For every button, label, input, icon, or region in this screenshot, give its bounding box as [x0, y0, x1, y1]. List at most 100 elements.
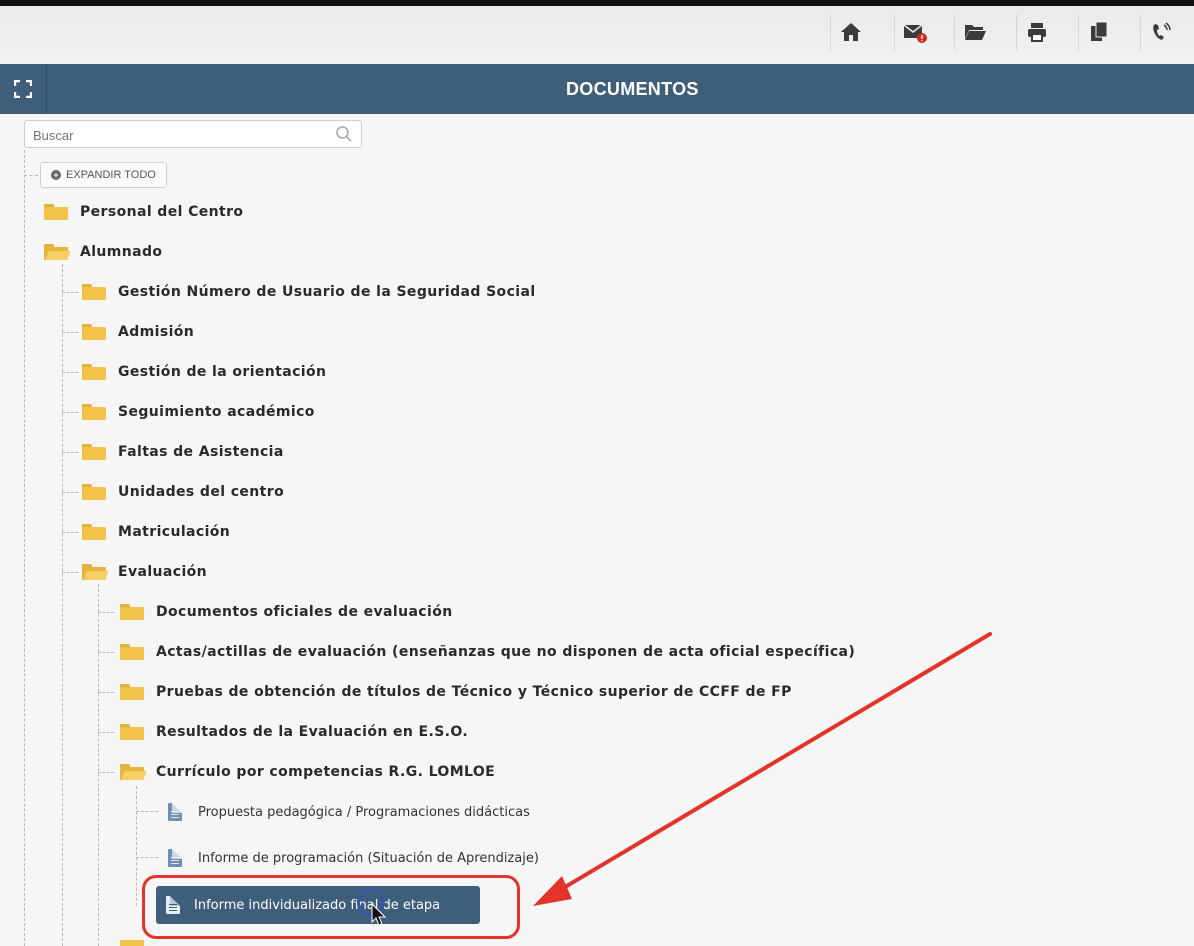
print-button[interactable]	[1016, 14, 1057, 50]
top-toolbar	[0, 0, 1194, 64]
tree-guide	[62, 372, 78, 373]
folder-open-icon	[82, 564, 109, 580]
tree-folder-seguimiento[interactable]: Seguimiento académico	[82, 400, 315, 424]
folder-icon	[120, 940, 144, 946]
tree-folder-personal[interactable]: Personal del Centro	[44, 200, 243, 224]
tree-guide	[98, 732, 114, 733]
tree-guide	[62, 532, 78, 533]
tree-folder-documentos-oficiales[interactable]: Documentos oficiales de evaluación	[120, 600, 453, 624]
tree-guide	[98, 772, 114, 773]
folder-icon	[44, 204, 68, 220]
tree-guide	[62, 292, 78, 293]
tree-guide	[98, 584, 99, 946]
fullscreen-icon	[14, 80, 32, 98]
folder-icon	[82, 284, 106, 300]
tree-file-label: Informe de programación (Situación de Ap…	[198, 850, 539, 866]
tree-guide	[62, 264, 63, 946]
tree-folder-evaluacion[interactable]: Evaluación	[82, 560, 207, 584]
tree-folder-label: Actas/actillas de evaluación (enseñanzas…	[156, 644, 856, 660]
tree-folder-pruebas[interactable]: Pruebas de obtención de títulos de Técni…	[120, 680, 792, 704]
tree-guide	[136, 811, 158, 812]
tree-folder-label: Personal del Centro	[80, 204, 244, 220]
home-button[interactable]	[830, 14, 871, 50]
copy-button[interactable]	[1078, 14, 1119, 50]
print-icon	[1028, 23, 1046, 42]
annotation-arrow-head	[533, 876, 572, 906]
annotation-highlight-box	[142, 875, 520, 939]
documents-header: DOCUMENTOS	[0, 64, 1194, 114]
tree-folder-label: Gestión Número de Usuario de la Segurida…	[118, 284, 536, 300]
tree-folder-label: Unidades del centro	[118, 484, 285, 500]
tree-folder-label: Gestión de la orientación	[118, 364, 327, 380]
tree-guide	[24, 175, 38, 176]
tree-file-label: Propuesta pedagógica / Programaciones di…	[198, 804, 530, 820]
documents-button[interactable]	[954, 14, 995, 50]
document-icon	[168, 803, 182, 821]
tree-folder-label: Resultados de la Evaluación en E.S.O.	[156, 724, 469, 740]
tree-guide	[24, 150, 25, 946]
tree-folder-label: Pruebas de obtención de títulos de Técni…	[156, 684, 792, 700]
tree-folder-alumnado[interactable]: Alumnado	[44, 240, 162, 264]
folder-icon	[120, 684, 144, 700]
folder-icon	[82, 524, 106, 540]
folder-icon	[82, 364, 106, 380]
click-indicator	[357, 888, 385, 916]
folder-icon	[120, 644, 144, 660]
tree-guide	[98, 692, 114, 693]
tree-file-propuesta[interactable]: Propuesta pedagógica / Programaciones di…	[168, 800, 530, 824]
document-icon	[168, 849, 182, 867]
tree-folder-admision[interactable]: Admisión	[82, 320, 194, 344]
folder-icon	[82, 324, 106, 340]
tree-guide	[136, 857, 158, 858]
tree-guide	[62, 412, 78, 413]
tree-folder-actas[interactable]: Actas/actillas de evaluación (enseñanzas…	[120, 640, 855, 664]
expand-all-button[interactable]: + EXPANDIR TODO	[40, 162, 167, 188]
tree-folder-label: Currículo por competencias R.G. LOMLOE	[156, 764, 496, 780]
plus-circle-icon: +	[51, 170, 61, 180]
tree-folder-label: Evaluación	[118, 564, 208, 580]
tree-guide	[62, 492, 78, 493]
page-title: DOCUMENTOS	[566, 79, 699, 99]
tree-folder-unidades[interactable]: Unidades del centro	[82, 480, 284, 504]
messages-button[interactable]	[894, 14, 935, 50]
annotation-arrow-line	[553, 632, 992, 895]
tree-folder-gestion-nuss[interactable]: Gestión Número de Usuario de la Segurida…	[82, 280, 536, 304]
tree-folder-label: Admisión	[118, 324, 195, 340]
folder-icon	[120, 724, 144, 740]
tree-guide	[62, 332, 78, 333]
tree-folder-curriculo[interactable]: Currículo por competencias R.G. LOMLOE	[120, 760, 495, 784]
folder-open-icon	[44, 244, 71, 260]
tree-folder-resultados[interactable]: Resultados de la Evaluación en E.S.O.	[120, 720, 468, 744]
folder-open-icon	[120, 764, 147, 780]
top-edge	[0, 0, 1194, 6]
mail-alert-icon	[903, 24, 927, 43]
tree-folder-faltas[interactable]: Faltas de Asistencia	[82, 440, 284, 464]
folder-icon	[82, 484, 106, 500]
tree-guide	[62, 572, 78, 573]
expand-all-label: EXPANDIR TODO	[66, 169, 156, 181]
fullscreen-button[interactable]	[0, 64, 47, 114]
tree-folder-label: Faltas de Asistencia	[118, 444, 284, 460]
tree-folder-label: Matriculación	[118, 524, 231, 540]
folder-icon	[82, 404, 106, 420]
phone-icon	[1153, 22, 1171, 40]
tree-folder-matriculacion[interactable]: Matriculación	[82, 520, 230, 544]
tree-file-informe-programacion[interactable]: Informe de programación (Situación de Ap…	[168, 846, 539, 870]
search-icon[interactable]	[335, 125, 353, 143]
home-icon	[841, 23, 861, 41]
folder-icon	[82, 444, 106, 460]
tree-guide	[98, 612, 114, 613]
phone-button[interactable]	[1140, 14, 1181, 50]
search-box[interactable]	[24, 120, 362, 149]
tree-folder-label: Documentos oficiales de evaluación	[156, 604, 453, 620]
tree-folder-label: Alumnado	[80, 244, 163, 260]
search-input[interactable]	[25, 121, 325, 149]
tree-folder-orientacion[interactable]: Gestión de la orientación	[82, 360, 326, 384]
folder-icon	[120, 604, 144, 620]
tree-guide	[62, 452, 78, 453]
tree-guide	[136, 786, 137, 906]
folder-open-icon	[965, 25, 986, 40]
tree-guide	[98, 652, 114, 653]
copy-icon	[1091, 21, 1108, 41]
tree-folder-label: Seguimiento académico	[118, 404, 315, 420]
